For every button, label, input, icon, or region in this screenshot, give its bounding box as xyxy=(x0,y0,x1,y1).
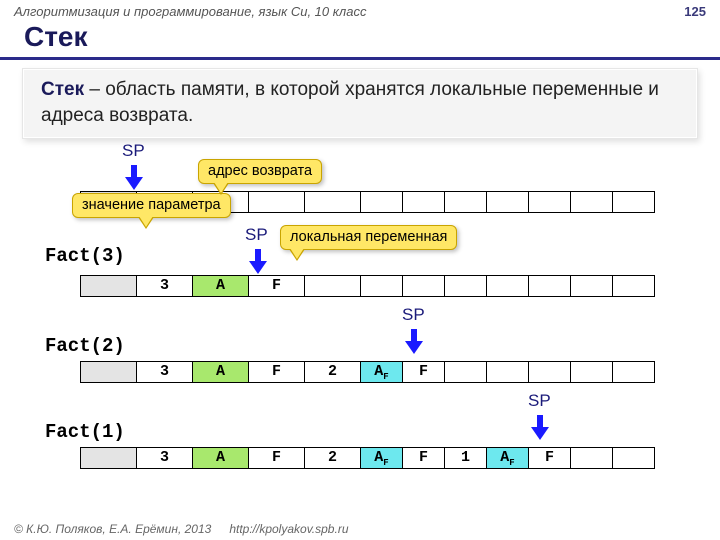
footer-url: http://kpolyakov.spb.ru xyxy=(229,522,348,536)
cell-A: A xyxy=(192,275,248,297)
cell-F: F xyxy=(248,275,304,297)
definition-term: Стек xyxy=(41,79,84,100)
footer: © К.Ю. Поляков, Е.А. Ерёмин, 2013 http:/… xyxy=(0,518,720,540)
copyright: © К.Ю. Поляков, Е.А. Ерёмин, 2013 xyxy=(14,522,211,536)
stack-strip-3: 3 A F 2 AF F 1 AF F xyxy=(80,447,655,469)
call-label-2: Fact(2) xyxy=(45,335,125,357)
sp-label-0: SP xyxy=(122,141,145,161)
callout-local: локальная переменная xyxy=(280,225,457,250)
definition-box: Стек – область памяти, в которой хранятс… xyxy=(22,68,698,139)
stack-strip-1: 3 A F xyxy=(80,275,655,297)
sp-label-3: SP xyxy=(528,391,551,411)
diagram-stage: SP значение параметра адрес возврата лок… xyxy=(50,145,690,515)
cell-AF: AF xyxy=(360,361,402,383)
stack-strip-2: 3 A F 2 AF F xyxy=(80,361,655,383)
call-label-1: Fact(1) xyxy=(45,421,125,443)
sp-label-1: SP xyxy=(245,225,268,245)
course-label: Алгоритмизация и программирование, язык … xyxy=(14,4,366,19)
page-number: 125 xyxy=(684,4,706,19)
page-title: Стек xyxy=(0,19,720,60)
call-label-3: Fact(3) xyxy=(45,245,125,267)
cell-3: 3 xyxy=(136,275,192,297)
definition-text: – область памяти, в которой хранятся лок… xyxy=(41,79,659,126)
sp-label-2: SP xyxy=(402,305,425,325)
callout-ret: адрес возврата xyxy=(198,159,322,184)
callout-param: значение параметра xyxy=(72,193,231,218)
